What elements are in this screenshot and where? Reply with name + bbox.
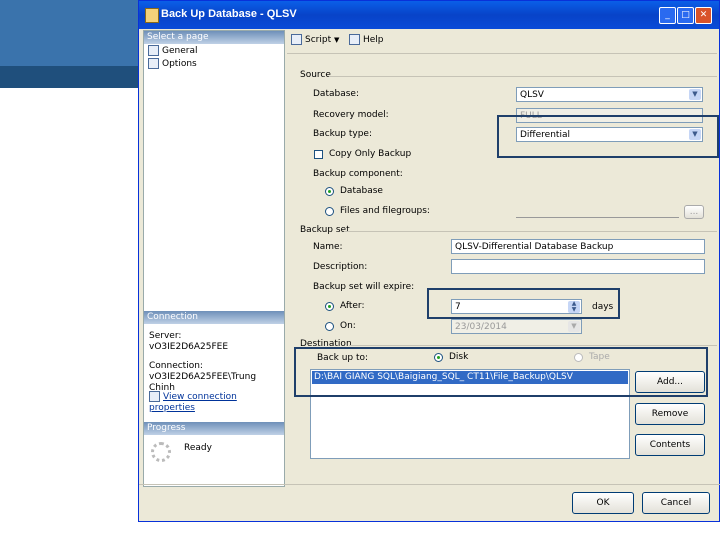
backup-type-label: Backup type:: [313, 129, 372, 139]
backup-set-header: Backup set: [300, 225, 350, 235]
window-title: Back Up Database - QLSV: [161, 8, 297, 20]
server-value: vO3IE2D6A25FEE: [149, 342, 229, 352]
source-header: Source: [300, 70, 331, 80]
on-label: On:: [340, 321, 356, 331]
select-page-header: Select a page: [144, 31, 284, 44]
recovery-model-label: Recovery model:: [313, 110, 389, 120]
minimize-button[interactable]: _: [659, 7, 676, 24]
name-label: Name:: [313, 242, 343, 252]
name-input[interactable]: QLSV-Differential Database Backup: [451, 239, 705, 254]
source-rule: [329, 76, 717, 77]
server-label: Server:: [149, 331, 182, 341]
connection-label: Connection:: [149, 361, 203, 371]
highlight-expire-days: [427, 288, 620, 319]
files-field: [516, 217, 679, 218]
properties-icon: [149, 391, 160, 402]
script-dropdown-icon: ▼: [333, 36, 340, 44]
description-input[interactable]: [451, 259, 705, 274]
highlight-backup-type: [497, 115, 719, 158]
progress-status: Ready: [184, 443, 212, 453]
help-icon: [349, 34, 360, 45]
connection-header: Connection: [144, 311, 284, 324]
files-radio-label: Files and filegroups:: [340, 206, 430, 216]
database-radio[interactable]: [325, 187, 334, 196]
contents-button[interactable]: Contents: [635, 434, 705, 456]
toolbar-divider: [287, 53, 717, 54]
copy-only-label: Copy Only Backup: [329, 149, 412, 159]
backup-set-rule: [344, 231, 717, 232]
on-date-picker: 23/03/2014 ▼: [451, 319, 582, 334]
browse-files-button[interactable]: ...: [684, 205, 704, 219]
page-general[interactable]: General: [148, 45, 197, 56]
slide-background-top: [0, 0, 138, 66]
page-options[interactable]: Options: [148, 58, 197, 69]
files-radio[interactable]: [325, 207, 334, 216]
page-icon: [148, 58, 159, 69]
ok-button[interactable]: OK: [572, 492, 634, 514]
database-icon: [145, 8, 159, 23]
highlight-destination: [294, 347, 708, 397]
progress-header: Progress: [144, 422, 284, 435]
view-connection-link[interactable]: View connection properties: [149, 391, 284, 414]
footer-bar: OK Cancel: [139, 484, 720, 521]
description-label: Description:: [313, 262, 368, 272]
maximize-button[interactable]: □: [677, 7, 694, 24]
backup-component-label: Backup component:: [313, 169, 403, 179]
script-button[interactable]: Script ▼: [291, 34, 339, 45]
chevron-down-icon: ▼: [689, 89, 701, 100]
help-button[interactable]: Help: [349, 34, 384, 45]
database-radio-label: Database: [340, 186, 383, 196]
remove-button[interactable]: Remove: [635, 403, 705, 425]
chevron-down-icon: ▼: [568, 321, 580, 332]
cancel-button[interactable]: Cancel: [642, 492, 710, 514]
database-select[interactable]: QLSV ▼: [516, 87, 703, 102]
backup-dialog: Back Up Database - QLSV _ □ ✕ Select a p…: [138, 0, 720, 522]
left-pane: Select a page General Options Connection…: [143, 30, 285, 487]
database-label: Database:: [313, 89, 359, 99]
on-radio[interactable]: [325, 322, 334, 331]
expire-label: Backup set will expire:: [313, 282, 415, 292]
progress-spinner-icon: [151, 442, 171, 462]
after-radio[interactable]: [325, 302, 334, 311]
page-icon: [148, 45, 159, 56]
close-button[interactable]: ✕: [695, 7, 712, 24]
destination-rule: [349, 345, 717, 346]
script-icon: [291, 34, 302, 45]
copy-only-checkbox[interactable]: [314, 150, 323, 159]
slide-background-bar: [0, 66, 138, 88]
title-bar[interactable]: Back Up Database - QLSV _ □ ✕: [139, 1, 719, 29]
after-label: After:: [340, 301, 365, 311]
